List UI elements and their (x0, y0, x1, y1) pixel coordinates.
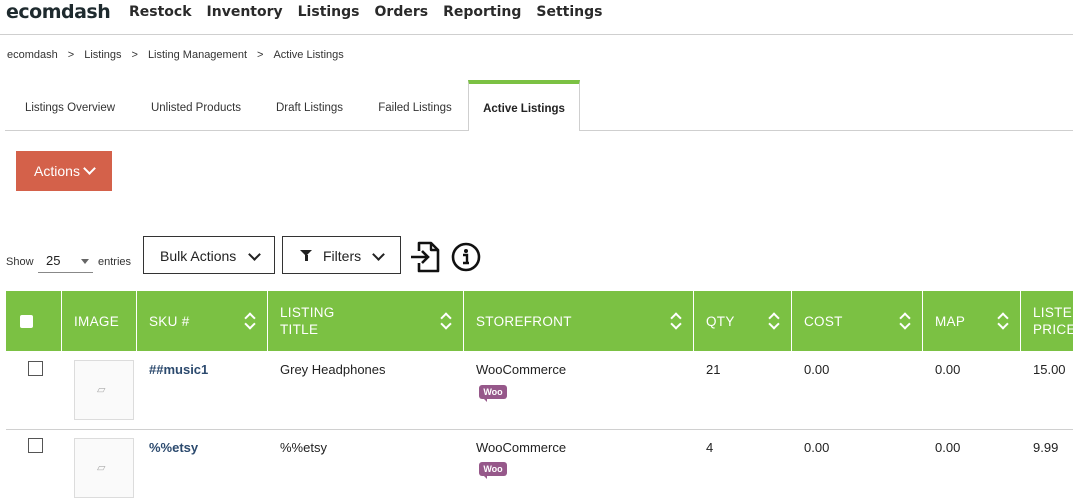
table-header: IMAGE SKU # LISTING TITLE STOREFRONT QTY … (6, 291, 1073, 351)
nav-reporting[interactable]: Reporting (443, 4, 521, 20)
filters-button[interactable]: Filters (282, 236, 401, 274)
bulk-actions-label: Bulk Actions (160, 248, 237, 264)
listing-title: %%etsy (280, 440, 327, 455)
tab-draft-listings[interactable]: Draft Listings (257, 80, 362, 130)
header-image: IMAGE (62, 291, 137, 351)
select-all-checkbox[interactable] (20, 315, 33, 328)
header-listing-title[interactable]: LISTING TITLE (268, 291, 464, 351)
header-storefront[interactable]: STOREFRONT (464, 291, 694, 351)
entries-per-page-select[interactable]: 25 (38, 250, 93, 273)
sort-icon[interactable] (671, 313, 681, 329)
crumb-ecomdash[interactable]: ecomdash (7, 49, 58, 61)
tab-unlisted-products[interactable]: Unlisted Products (135, 80, 257, 130)
woocommerce-logo-icon: Woo (479, 385, 507, 402)
image-placeholder-icon: ▱ (97, 462, 106, 474)
dropdown-arrow-icon (81, 259, 89, 264)
table-row: ▱ ##music1 Grey Headphones WooCommerce W… (6, 351, 1073, 430)
chevron-down-icon (248, 248, 261, 261)
filter-icon (300, 250, 312, 261)
tab-listings-overview[interactable]: Listings Overview (5, 80, 135, 130)
sort-icon[interactable] (769, 313, 779, 329)
sku-link[interactable]: ##music1 (149, 362, 208, 377)
top-nav: ecomdash Restock Inventory Listings Orde… (0, 0, 1073, 35)
map-value: 0.00 (935, 362, 961, 377)
crumb-separator: > (257, 49, 264, 61)
crumb-separator: > (67, 49, 75, 61)
listing-title: Grey Headphones (280, 362, 386, 377)
listed-price-value: 15.00 (1033, 362, 1066, 377)
info-icon[interactable] (451, 242, 481, 272)
header-cost[interactable]: COST (792, 291, 923, 351)
storefront-name: WooCommerce (476, 440, 567, 455)
entries-value: 25 (46, 253, 61, 268)
actions-button[interactable]: Actions (16, 151, 112, 191)
nav-listings[interactable]: Listings (298, 4, 360, 20)
map-value: 0.00 (935, 440, 961, 455)
export-icon[interactable] (410, 240, 442, 274)
main-menu: Restock Inventory Listings Orders Report… (129, 4, 602, 20)
filters-label: Filters (323, 248, 362, 264)
sort-icon[interactable] (900, 313, 910, 329)
row-checkbox[interactable] (28, 361, 43, 376)
nav-restock[interactable]: Restock (129, 4, 192, 20)
crumb-active-listings: Active Listings (273, 49, 344, 61)
qty-value: 4 (706, 440, 714, 455)
table-row: ▱ %%etsy %%etsy WooCommerce Woo 4 0.00 0… (6, 430, 1073, 498)
crumb-listings[interactable]: Listings (84, 49, 121, 61)
crumb-separator: > (131, 49, 138, 61)
qty-value: 21 (706, 362, 721, 377)
crumb-listing-management[interactable]: Listing Management (148, 49, 247, 61)
nav-orders[interactable]: Orders (375, 4, 429, 20)
image-placeholder-icon: ▱ (97, 384, 106, 396)
listing-tabs: Listings Overview Unlisted Products Draf… (5, 80, 1073, 131)
chevron-down-icon (83, 162, 96, 175)
sort-icon[interactable] (998, 313, 1008, 329)
header-map[interactable]: MAP (923, 291, 1021, 351)
sku-link[interactable]: %%etsy (149, 440, 198, 455)
show-label: Show (6, 256, 34, 268)
header-listed-price[interactable]: LISTEDPRICE (1021, 291, 1073, 351)
nav-settings[interactable]: Settings (536, 4, 602, 20)
nav-inventory[interactable]: Inventory (207, 4, 283, 20)
cost-value: 0.00 (804, 362, 830, 377)
sort-icon[interactable] (441, 313, 451, 329)
breadcrumb: ecomdash > Listings > Listing Management… (7, 49, 344, 61)
sort-icon[interactable] (245, 313, 255, 329)
woocommerce-logo-icon: Woo (479, 462, 507, 479)
storefront-name: WooCommerce (476, 362, 567, 377)
actions-label: Actions (34, 163, 80, 179)
tab-failed-listings[interactable]: Failed Listings (362, 80, 468, 130)
bulk-actions-button[interactable]: Bulk Actions (143, 236, 275, 274)
header-qty[interactable]: QTY (694, 291, 792, 351)
product-image-placeholder: ▱ (74, 360, 134, 420)
chevron-down-icon (372, 248, 385, 261)
header-sku[interactable]: SKU # (137, 291, 268, 351)
row-checkbox[interactable] (28, 438, 43, 453)
entries-label: entries (98, 256, 132, 268)
header-select-cell (6, 291, 62, 351)
listed-price-value: 9.99 (1033, 440, 1059, 455)
tab-active-listings[interactable]: Active Listings (468, 80, 580, 131)
product-image-placeholder: ▱ (74, 438, 134, 498)
ecomdash-logo[interactable]: ecomdash (6, 1, 111, 23)
cost-value: 0.00 (804, 440, 830, 455)
